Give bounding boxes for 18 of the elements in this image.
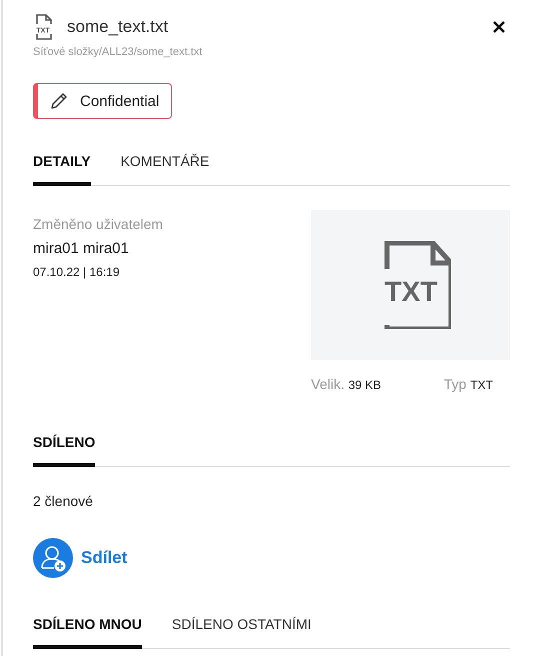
share-button[interactable]: Sdílet <box>33 538 128 578</box>
modified-label: Změněno uživatelem <box>33 216 163 232</box>
tab[interactable]: SDÍLENO OSTATNÍMI <box>172 616 312 649</box>
modified-date: 07.10.22 | 16:19 <box>33 265 121 279</box>
file-title: some_text.txt <box>67 17 170 37</box>
add-person-icon <box>33 538 73 578</box>
type-info: Typ TXT <box>444 376 493 392</box>
tab[interactable]: DETAILY <box>33 153 91 186</box>
tab[interactable]: KOMENTÁŘE <box>120 153 210 186</box>
section-heading: SDÍLENO <box>33 434 96 467</box>
member-count: 2 členové <box>33 493 94 509</box>
pencil-icon <box>50 92 68 110</box>
size-info: Velik. 39 KB <box>311 376 382 392</box>
close-icon[interactable] <box>492 20 506 34</box>
file-path: Síťové složky/ALL23/some_text.txt <box>33 46 204 58</box>
label-chip[interactable]: Confidential <box>33 83 172 119</box>
tab[interactable]: SDÍLENO MNOU <box>33 616 142 649</box>
user-name: mira01 mira01 <box>33 240 130 257</box>
